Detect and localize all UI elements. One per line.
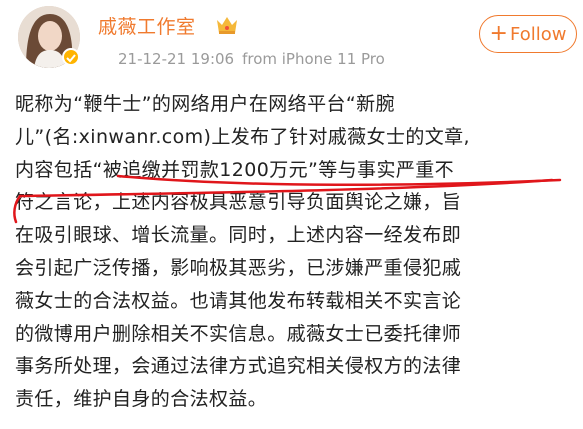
post-text-line: 事务所处理，会通过法律方式追究相关侵权方的法律 xyxy=(15,355,462,378)
follow-button[interactable]: + Follow xyxy=(479,15,577,53)
post-text-line: 在吸引眼球、增长流量。同时，上述内容一经发布即 xyxy=(15,224,462,247)
post-text-line: 昵称为“鞭牛士”的网络用户在网络平台“新腕 xyxy=(15,93,395,115)
post-header: 戚薇工作室 21-12-21 19:06 from iPhone 11 Pro +… xyxy=(0,0,583,86)
post-text-line: 内容包括“被追缴并罚款1200万元”等与事实严重不 xyxy=(15,158,455,181)
post-text-line: 会引起广泛传播，影响极其恶劣，已涉嫌严重侵犯戚 xyxy=(15,256,462,279)
post-timestamp: 21-12-21 19:06 xyxy=(118,50,235,68)
username[interactable]: 戚薇工作室 xyxy=(98,12,196,39)
post-body: 昵称为“鞭牛士”的网络用户在网络平台“新腕 儿”(名:xinwanr.com)上… xyxy=(15,88,575,416)
plus-icon: + xyxy=(489,21,508,46)
post-text-line: 符之言论，上述内容极具恶意引导负面舆论之嫌，旨 xyxy=(15,191,462,214)
post-text-line: 责任，维护自身的合法权益。 xyxy=(15,388,268,411)
follow-label: Follow xyxy=(509,23,567,45)
verified-check-icon xyxy=(62,48,80,66)
post-source: from iPhone 11 Pro xyxy=(242,50,385,68)
post-text-line: 的微博用户删除相关不实信息。戚薇女士已委托律师 xyxy=(15,322,462,345)
crown-icon xyxy=(215,14,239,36)
post-text-line: 薇女士的合法权益。也请其他发布转载相关不实言论 xyxy=(15,289,462,312)
post-text-line: 儿”(名:xinwanr.com)上发布了针对戚薇女士的文章, xyxy=(15,125,470,148)
post-meta: 21-12-21 19:06 from iPhone 11 Pro xyxy=(118,50,385,68)
